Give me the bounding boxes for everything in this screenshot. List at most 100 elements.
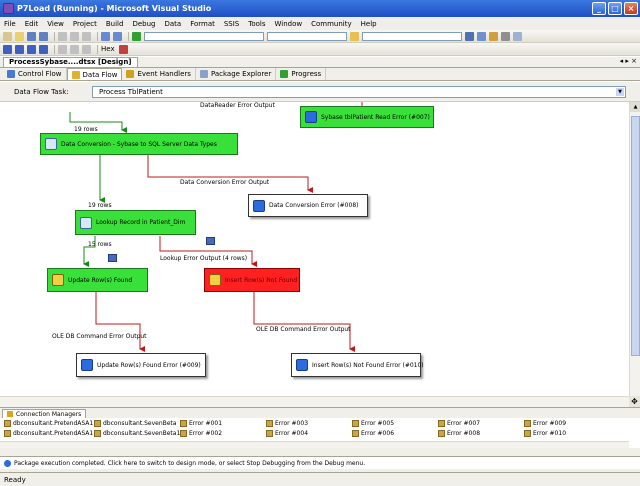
horizontal-scrollbar[interactable]	[0, 396, 629, 407]
maximize-button[interactable]: □	[608, 2, 622, 15]
tab-connection-managers[interactable]: Connection Managers	[2, 409, 87, 418]
properties-icon[interactable]	[477, 31, 486, 41]
continue-icon[interactable]	[3, 44, 12, 54]
connection-item[interactable]: Error #004	[266, 430, 308, 437]
menu-view[interactable]: View	[47, 20, 64, 28]
navigator-icon[interactable]: ✥	[629, 396, 640, 407]
cut-icon[interactable]	[58, 31, 67, 41]
menu-ssis[interactable]: SSIS	[224, 20, 239, 28]
menu-window[interactable]: Window	[275, 20, 303, 28]
vertical-scrollbar[interactable]: ▲	[629, 102, 640, 396]
status-bar: Ready	[0, 472, 640, 486]
restart-icon[interactable]	[39, 44, 48, 54]
menu-edit[interactable]: Edit	[25, 20, 39, 28]
data-flow-canvas[interactable]: DataReader Error Output Sybase tblPatien…	[0, 102, 629, 396]
close-button[interactable]: ×	[624, 2, 638, 15]
ole-db-destination-icon	[253, 199, 265, 212]
redo-icon[interactable]	[113, 31, 122, 41]
scroll-thumb[interactable]	[631, 116, 640, 356]
data-flow-task-select[interactable]: Process TblPatient ▼	[92, 85, 626, 98]
minimize-button[interactable]: _	[592, 2, 606, 15]
close-document-icon[interactable]: ◂ ▸ ×	[620, 57, 637, 65]
tab-progress[interactable]: Progress	[276, 68, 327, 80]
lookup-box[interactable]: Lookup Record in Patient_Dim	[75, 210, 196, 235]
progress-icon	[280, 70, 289, 78]
insert-rows-box[interactable]: Insert Row(s) Not Found	[204, 268, 300, 292]
copy-icon[interactable]	[70, 31, 79, 41]
insert-error-box[interactable]: Insert Row(s) Not Found Error (#010)	[291, 353, 424, 377]
menu-tools[interactable]: Tools	[248, 20, 265, 28]
menu-debug[interactable]: Debug	[132, 20, 155, 28]
start-debugging-icon[interactable]	[132, 31, 141, 41]
sybase-read-error-box[interactable]: Sybase tblPatient Read Error (#007)	[300, 106, 434, 128]
new-project-icon[interactable]	[3, 31, 12, 41]
data-conversion-box[interactable]: Data Conversion - Sybase to SQL Server D…	[40, 133, 238, 155]
solution-config-combo[interactable]	[144, 31, 264, 41]
menu-file[interactable]: File	[4, 20, 16, 28]
connection-item[interactable]: Error #001	[180, 420, 222, 427]
break-all-icon[interactable]	[15, 44, 24, 54]
step-out-icon[interactable]	[82, 44, 91, 54]
data-flow-task-bar: Data Flow Task: Process TblPatient ▼	[0, 82, 640, 102]
data-conversion-error-box[interactable]: Data Conversion Error (#008)	[248, 194, 368, 217]
title-bar: P7Load (Running) - Microsoft Visual Stud…	[0, 0, 640, 17]
save-all-icon[interactable]	[39, 31, 48, 41]
standard-toolbar	[0, 30, 640, 43]
document-tabs: ProcessSybase....dtsx [Design] ◂ ▸ ×	[0, 57, 640, 68]
start-page-icon[interactable]	[513, 31, 522, 41]
connection-item[interactable]: Error #008	[438, 430, 480, 437]
connection-item[interactable]: dbconsultant.SevenBeta1	[94, 430, 180, 437]
tab-package-explorer[interactable]: Package Explorer	[196, 68, 277, 80]
document-tab[interactable]: ProcessSybase....dtsx [Design]	[3, 57, 138, 67]
connection-icon	[94, 430, 101, 437]
platform-combo[interactable]	[267, 31, 347, 41]
connection-item[interactable]: Error #002	[180, 430, 222, 437]
breakpoints-icon[interactable]	[118, 44, 128, 54]
connection-item[interactable]: dbconsultant.PretendASA1	[4, 420, 93, 427]
undo-icon[interactable]	[101, 31, 110, 41]
menu-data[interactable]: Data	[164, 20, 181, 28]
find-icon[interactable]	[350, 31, 359, 41]
connection-item[interactable]: dbconsultant.SevenBeta	[94, 420, 176, 427]
data-viewer-icon[interactable]	[108, 254, 117, 262]
toolbox-icon[interactable]	[489, 31, 498, 41]
connection-item[interactable]: Error #007	[438, 420, 480, 427]
connection-item[interactable]: dbconsultant.PretendASA1	[4, 430, 93, 437]
info-bar[interactable]: Package execution completed. Click here …	[0, 456, 640, 469]
chevron-down-icon[interactable]: ▼	[616, 87, 624, 96]
step-over-icon[interactable]	[70, 44, 79, 54]
connection-item[interactable]: Error #006	[352, 430, 394, 437]
menu-help[interactable]: Help	[361, 20, 377, 28]
info-bar-text: Package execution completed. Click here …	[14, 459, 366, 467]
label-lookup-error-output: Lookup Error Output (4 rows)	[160, 255, 248, 262]
hex-button[interactable]: Hex	[101, 45, 115, 53]
step-into-icon[interactable]	[58, 44, 67, 54]
label-oledb-error-2: OLE DB Command Error Output	[256, 326, 351, 333]
data-viewer-icon[interactable]	[206, 237, 215, 245]
menu-community[interactable]: Community	[311, 20, 352, 28]
update-error-box[interactable]: Update Row(s) Found Error (#009)	[76, 353, 206, 377]
tab-event-handlers[interactable]: Event Handlers	[122, 68, 196, 80]
connection-item[interactable]: Error #003	[266, 420, 308, 427]
scroll-up-icon[interactable]: ▲	[630, 102, 640, 112]
menu-build[interactable]: Build	[106, 20, 124, 28]
connection-icon	[438, 420, 445, 427]
menu-project[interactable]: Project	[73, 20, 97, 28]
solution-explorer-icon[interactable]	[465, 31, 474, 41]
connection-icon	[4, 420, 11, 427]
connection-item[interactable]: Error #010	[524, 430, 566, 437]
save-icon[interactable]	[27, 31, 36, 41]
menu-format[interactable]: Format	[190, 20, 215, 28]
paste-icon[interactable]	[82, 31, 91, 41]
connection-item[interactable]: Error #005	[352, 420, 394, 427]
tab-control-flow[interactable]: Control Flow	[3, 68, 67, 80]
visual-studio-icon	[3, 3, 14, 14]
object-browser-icon[interactable]	[501, 31, 510, 41]
update-rows-box[interactable]: Update Row(s) Found	[47, 268, 148, 292]
data-flow-task-label: Data Flow Task:	[14, 87, 69, 96]
tab-data-flow[interactable]: Data Flow	[66, 68, 123, 80]
connection-item[interactable]: Error #009	[524, 420, 566, 427]
stop-debugging-icon[interactable]	[27, 44, 36, 54]
open-file-icon[interactable]	[15, 31, 24, 41]
find-combo[interactable]	[362, 31, 462, 41]
